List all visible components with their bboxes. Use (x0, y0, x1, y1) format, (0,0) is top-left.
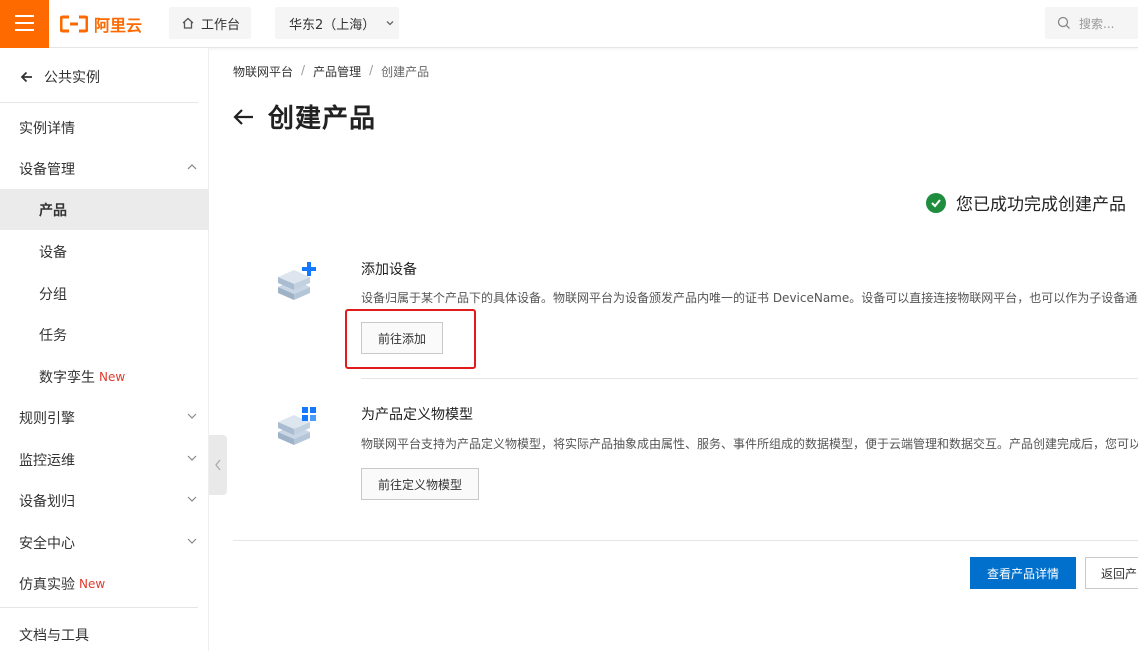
sidebar-item-instance-detail[interactable]: 实例详情 (0, 107, 209, 148)
breadcrumb-product-management[interactable]: 产品管理 (313, 63, 361, 80)
chevron-up-icon (187, 164, 197, 170)
return-product-button[interactable]: 返回产 (1085, 557, 1138, 589)
back-label: 公共实例 (44, 70, 100, 86)
search-placeholder: 搜索... (1079, 16, 1115, 31)
chevron-left-icon (215, 459, 221, 471)
home-icon (182, 17, 194, 29)
view-product-detail-button[interactable]: 查看产品详情 (970, 557, 1076, 589)
sidebar-item-security-center[interactable]: 安全中心 (0, 522, 209, 563)
search-icon (1057, 16, 1070, 29)
check-circle-icon (926, 192, 946, 213)
aliyun-logo-icon (60, 15, 88, 33)
chevron-down-icon (386, 21, 394, 26)
sidebar-item-product[interactable]: 产品 (0, 189, 209, 230)
back-arrow-icon[interactable] (232, 107, 256, 127)
sidebar-item-device-allocation[interactable]: 设备划归 (0, 480, 209, 521)
sidebar-item-monitoring[interactable]: 监控运维 (0, 439, 209, 480)
add-device-title: 添加设备 (361, 262, 417, 278)
logo-text: 阿里云 (94, 16, 143, 35)
chevron-down-icon (187, 538, 197, 544)
top-bar: 阿里云 工作台 华东2（上海） 搜索... (0, 0, 1138, 48)
sidebar-divider (0, 607, 198, 608)
workbench-button[interactable]: 工作台 (169, 7, 251, 39)
sidebar-item-digital-twin[interactable]: 数字孪生 New (0, 356, 209, 397)
new-badge: New (99, 369, 126, 384)
new-badge: New (79, 576, 106, 591)
region-label: 华东2（上海） (289, 17, 376, 33)
breadcrumb-iot-platform[interactable]: 物联网平台 (233, 63, 293, 80)
add-device-icon (278, 262, 316, 300)
card-divider (361, 378, 1138, 379)
sidebar-item-device-management[interactable]: 设备管理 (0, 148, 209, 189)
sidebar-collapse-handle[interactable] (209, 435, 227, 495)
menu-icon (15, 15, 34, 17)
sidebar-item-rule-engine[interactable]: 规则引擎 (0, 397, 209, 438)
sidebar-item-task[interactable]: 任务 (0, 314, 209, 355)
arrow-left-icon (20, 71, 32, 83)
thing-model-icon (278, 407, 316, 445)
menu-button[interactable] (0, 0, 49, 48)
highlight-box (345, 309, 476, 369)
sidebar-item-device[interactable]: 设备 (0, 231, 209, 272)
chevron-down-icon (187, 413, 197, 419)
region-select[interactable]: 华东2（上海） (275, 7, 399, 39)
sidebar-item-simulation[interactable]: 仿真实验 New (0, 563, 209, 604)
thing-model-title: 为产品定义物模型 (361, 407, 473, 423)
success-message: 您已成功完成创建产品 (926, 190, 1126, 215)
chevron-down-icon (187, 455, 197, 461)
sidebar-item-docs-tools[interactable]: 文档与工具 (0, 614, 209, 655)
aliyun-logo[interactable]: 阿里云 (60, 12, 142, 36)
go-define-thing-model-button[interactable]: 前往定义物模型 (361, 468, 479, 500)
page-title: 创建产品 (268, 104, 377, 134)
back-to-instances[interactable]: 公共实例 (0, 56, 209, 98)
add-device-desc: 设备归属于某个产品下的具体设备。物联网平台为设备颁发产品内唯一的证书 Devic… (361, 291, 1138, 305)
sidebar-item-group[interactable]: 分组 (0, 273, 209, 314)
sidebar-divider (0, 102, 198, 103)
sidebar: 公共实例 实例详情 设备管理 产品 设备 分组 任务 数字孪生 New 规则引擎… (0, 48, 209, 651)
chevron-down-icon (187, 496, 197, 502)
breadcrumb: 物联网平台 / 产品管理 / 创建产品 (233, 63, 430, 80)
search-box[interactable]: 搜索... (1045, 7, 1138, 39)
thing-model-desc: 物联网平台支持为产品定义物模型，将实际产品抽象成由属性、服务、事件所组成的数据模… (361, 437, 1138, 451)
footer-divider (233, 540, 1138, 541)
workbench-label: 工作台 (201, 17, 241, 33)
breadcrumb-current: 创建产品 (381, 65, 430, 79)
success-text: 您已成功完成创建产品 (956, 195, 1126, 215)
